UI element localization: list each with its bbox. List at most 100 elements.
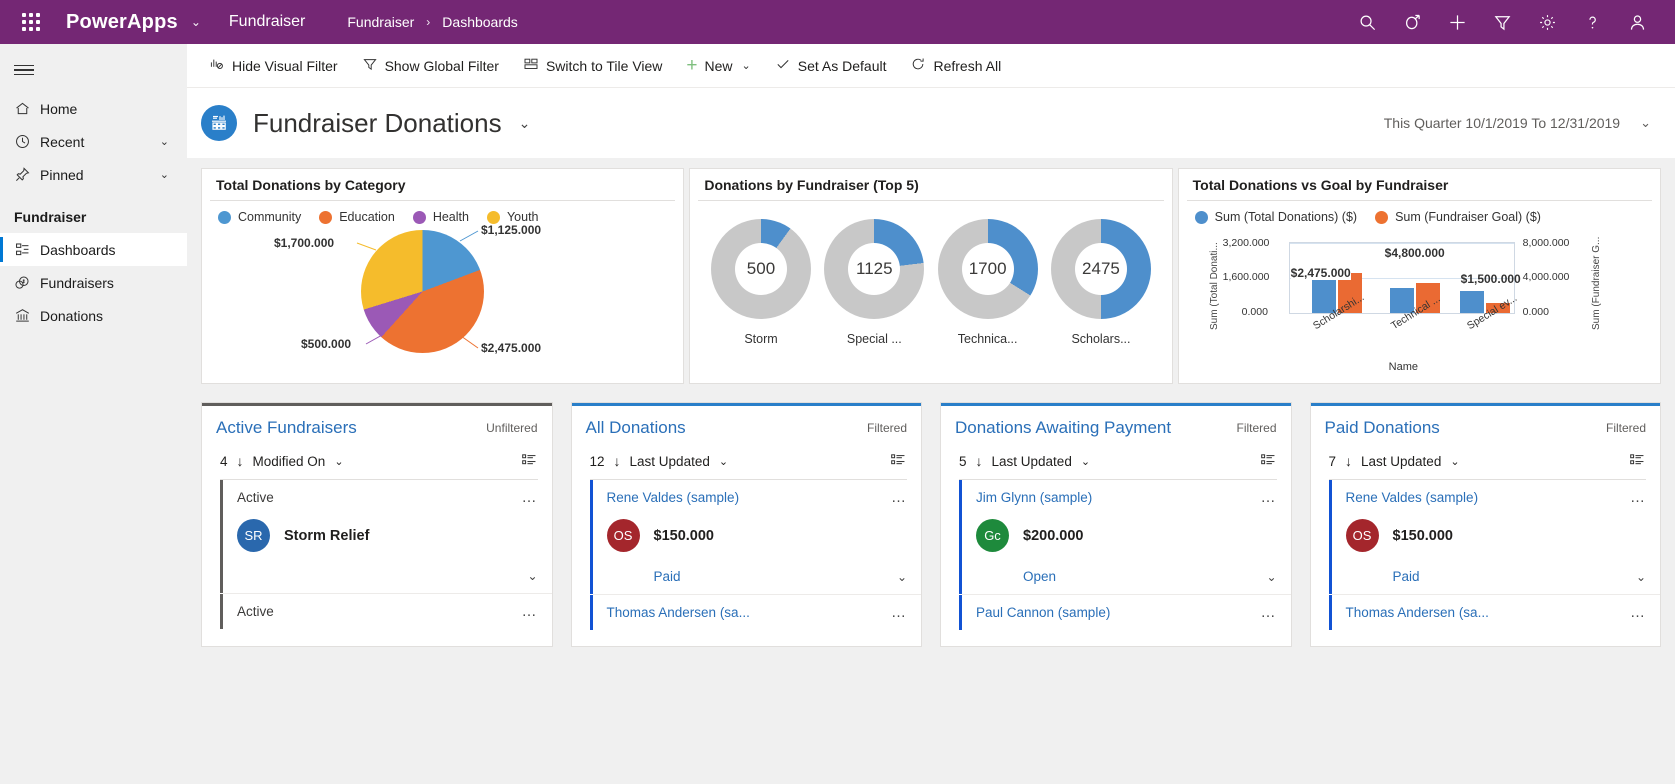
sort-direction-icon[interactable]: ↓ <box>237 453 244 469</box>
help-icon[interactable] <box>1583 13 1602 32</box>
hide-visual-filter-button[interactable]: Hide Visual Filter <box>197 49 350 83</box>
donut-item[interactable]: 1125 Special ... <box>824 219 925 346</box>
list-view-icon[interactable] <box>1629 452 1646 470</box>
search-icon[interactable] <box>1358 13 1377 32</box>
dashboard-selector-chevron-down-icon[interactable]: ⌄ <box>519 115 531 132</box>
donut-chart[interactable]: 1125 <box>824 219 925 319</box>
chevron-down-icon[interactable]: ⌄ <box>1266 570 1276 584</box>
assistant-icon[interactable] <box>1403 13 1422 32</box>
legend-item-community[interactable]: Community <box>218 210 301 224</box>
sort-field-label[interactable]: Last Updated <box>1361 454 1441 469</box>
card-subheader: 5 ↓ Last Updated ⌄ <box>941 438 1291 470</box>
card-title[interactable]: Donations Awaiting Payment <box>955 418 1171 438</box>
legend-item-total-donations[interactable]: Sum (Total Donations) ($) <box>1194 210 1357 224</box>
chevron-down-icon[interactable]: ⌄ <box>1450 455 1459 468</box>
bar-donations-special[interactable] <box>1459 291 1484 313</box>
donut-chart[interactable]: 2475 <box>1050 219 1151 319</box>
sidebar-item-donations[interactable]: Donations <box>0 299 187 332</box>
record-more-options-icon[interactable]: … <box>1261 490 1277 505</box>
sort-field-label[interactable]: Last Updated <box>630 454 710 469</box>
bank-icon <box>14 307 40 324</box>
record-more-options-icon[interactable]: … <box>1630 490 1646 505</box>
refresh-all-button[interactable]: Refresh All <box>898 49 1013 83</box>
list-view-icon[interactable] <box>521 452 538 470</box>
list-item[interactable]: Paul Cannon (sample) … <box>941 595 1291 630</box>
chevron-down-icon[interactable]: ⌄ <box>1081 455 1090 468</box>
chevron-down-icon[interactable]: ⌄ <box>1636 570 1646 584</box>
donut-item[interactable]: 500 Storm <box>710 219 811 346</box>
donut-item[interactable]: 1700 Technica... <box>937 219 1038 346</box>
show-global-filter-button[interactable]: Show Global Filter <box>350 49 511 83</box>
sort-direction-icon[interactable]: ↓ <box>1345 453 1352 469</box>
legend-swatch-icon <box>1375 210 1389 224</box>
chevron-down-icon[interactable]: ⌄ <box>1640 115 1651 131</box>
card-title[interactable]: Paid Donations <box>1325 418 1440 438</box>
user-icon[interactable] <box>1628 13 1647 32</box>
pie-label-health: $500.000 <box>301 337 352 351</box>
list-item[interactable]: Thomas Andersen (sa... … <box>1311 595 1661 630</box>
list-view-icon[interactable] <box>890 452 907 470</box>
chevron-down-icon[interactable]: ⌄ <box>742 59 751 72</box>
chevron-down-icon[interactable]: ⌄ <box>527 569 537 583</box>
donut-label: Storm <box>744 332 778 346</box>
switch-to-tile-view-button[interactable]: Switch to Tile View <box>511 49 674 83</box>
breadcrumb-item-fundraiser[interactable]: Fundraiser <box>347 14 414 30</box>
sort-field-label[interactable]: Modified On <box>253 454 326 469</box>
list-item[interactable]: Active … <box>202 594 552 629</box>
brand-chevron-down-icon[interactable]: ⌄ <box>191 15 201 29</box>
brand-name[interactable]: PowerApps <box>66 11 178 34</box>
add-icon[interactable] <box>1448 13 1467 32</box>
donut-chart[interactable]: 1700 <box>937 219 1038 319</box>
legend-item-youth[interactable]: Youth <box>486 210 539 224</box>
record-name-link[interactable]: Rene Valdes (sample) <box>1346 490 1479 505</box>
hamburger-menu-icon[interactable] <box>0 48 187 92</box>
app-name[interactable]: Fundraiser <box>229 13 305 31</box>
list-item[interactable]: Rene Valdes (sample) … OS $150.000 Paid … <box>572 480 922 594</box>
record-more-options-icon[interactable]: … <box>522 604 538 619</box>
sidebar-item-pinned[interactable]: Pinned ⌄ <box>0 158 187 191</box>
list-view-icon[interactable] <box>1260 452 1277 470</box>
legend-item-health[interactable]: Health <box>412 210 469 224</box>
legend-item-education[interactable]: Education <box>319 210 395 224</box>
sidebar-item-dashboards[interactable]: Dashboards <box>0 233 187 266</box>
list-item[interactable]: Rene Valdes (sample) … OS $150.000 Paid … <box>1311 480 1661 594</box>
plus-icon: + <box>686 55 698 76</box>
waffle-icon[interactable] <box>14 13 48 31</box>
sidebar-item-fundraisers[interactable]: Fundraisers <box>0 266 187 299</box>
filter-icon[interactable] <box>1493 13 1512 32</box>
breadcrumb-item-dashboards[interactable]: Dashboards <box>442 14 518 30</box>
record-name-link[interactable]: Rene Valdes (sample) <box>607 490 740 505</box>
list-item[interactable]: Thomas Andersen (sa... … <box>572 595 922 630</box>
sort-field-label[interactable]: Last Updated <box>992 454 1072 469</box>
record-more-options-icon[interactable]: … <box>891 605 907 620</box>
donut-item[interactable]: 2475 Scholars... <box>1050 219 1151 346</box>
settings-icon[interactable] <box>1538 13 1557 32</box>
record-more-options-icon[interactable]: … <box>891 490 907 505</box>
chevron-down-icon[interactable]: ⌄ <box>334 455 343 468</box>
record-more-options-icon[interactable]: … <box>522 490 538 505</box>
chevron-down-icon[interactable]: ⌄ <box>160 135 169 148</box>
sort-direction-icon[interactable]: ↓ <box>614 453 621 469</box>
donut-label: Special ... <box>846 332 902 346</box>
record-more-options-icon[interactable]: … <box>1630 605 1646 620</box>
record-name-link[interactable]: Jim Glynn (sample) <box>976 490 1092 505</box>
chevron-down-icon[interactable]: ⌄ <box>160 168 169 181</box>
new-button[interactable]: + New ⌄ <box>674 49 762 83</box>
set-as-default-button[interactable]: Set As Default <box>763 49 899 83</box>
record-name-link[interactable]: Thomas Andersen (sa... <box>1346 605 1489 620</box>
sidebar-item-recent[interactable]: Recent ⌄ <box>0 125 187 158</box>
list-item[interactable]: Active … SR Storm Relief ⌄ <box>202 480 552 593</box>
sidebar-item-home[interactable]: Home <box>0 92 187 125</box>
card-title[interactable]: Active Fundraisers <box>216 418 357 438</box>
list-item[interactable]: Jim Glynn (sample) … Gc $200.000 Open ⌄ <box>941 480 1291 594</box>
legend-item-fundraiser-goal[interactable]: Sum (Fundraiser Goal) ($) <box>1375 210 1541 224</box>
record-name-link[interactable]: Paul Cannon (sample) <box>976 605 1110 620</box>
chevron-down-icon[interactable]: ⌄ <box>897 570 907 584</box>
donut-chart[interactable]: 500 <box>710 219 811 319</box>
date-range-selector[interactable]: This Quarter 10/1/2019 To 12/31/2019 ⌄ <box>1384 115 1651 131</box>
record-more-options-icon[interactable]: … <box>1261 605 1277 620</box>
card-title[interactable]: All Donations <box>586 418 686 438</box>
sort-direction-icon[interactable]: ↓ <box>976 453 983 469</box>
chevron-down-icon[interactable]: ⌄ <box>719 455 728 468</box>
record-name-link[interactable]: Thomas Andersen (sa... <box>607 605 750 620</box>
